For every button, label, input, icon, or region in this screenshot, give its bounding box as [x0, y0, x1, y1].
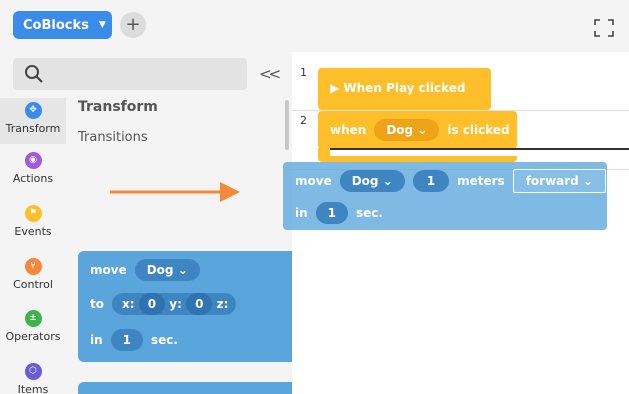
in-label: in — [90, 333, 103, 347]
target-dropdown[interactable]: Dog ⌄ — [134, 259, 200, 281]
line-number: 2 — [300, 114, 307, 127]
when-clicked-block[interactable]: when Dog ⌄ is clicked — [318, 111, 517, 149]
section-title: Transform — [78, 99, 158, 115]
add-project-button[interactable]: + — [120, 12, 146, 38]
to-label: to — [90, 297, 104, 311]
duration-input[interactable]: 1 — [110, 329, 144, 351]
is-clicked-label: is clicked — [447, 123, 510, 137]
sec-label: sec. — [151, 333, 178, 347]
when-play-clicked-block[interactable]: ▶ When Play clicked — [318, 68, 491, 110]
fullscreen-icon[interactable] — [594, 19, 614, 37]
move-label: move — [295, 174, 332, 188]
block-palette-pane: << ✥ Transform ◉ Actions ⚑ Events ⑂ Cont… — [0, 52, 292, 394]
category-control[interactable]: ⑂ Control — [0, 258, 66, 291]
category-operators[interactable]: ± Operators — [0, 310, 66, 343]
palette-move-block[interactable]: move Dog ⌄ to x: 0 y: 0 z: in 1 sec. — [78, 251, 292, 362]
project-dropdown[interactable]: CoBlocks ▼ — [13, 11, 112, 39]
category-items[interactable]: ⬡ Items — [0, 363, 66, 394]
in-label: in — [295, 206, 308, 220]
y-value[interactable]: 0 — [186, 293, 213, 315]
duration-input[interactable]: 1 — [315, 202, 349, 224]
category-label: Transform — [5, 122, 61, 135]
category-label: Events — [14, 225, 52, 238]
transform-icon: ✥ — [24, 102, 42, 119]
arrow-right-icon — [110, 182, 240, 202]
x-value[interactable]: 0 — [138, 293, 166, 315]
chevron-down-icon: ▼ — [98, 20, 106, 30]
distance-input[interactable]: 1 — [412, 170, 450, 192]
search-input[interactable] — [13, 58, 247, 90]
sec-label: sec. — [356, 206, 383, 220]
section-subtitle: Transitions — [78, 130, 148, 145]
top-bar: CoBlocks ▼ + — [0, 0, 629, 52]
control-icon: ⑂ — [24, 258, 42, 275]
when-label: when — [330, 123, 367, 137]
line-number: 1 — [300, 66, 307, 79]
project-label: CoBlocks — [23, 17, 89, 33]
when-clicked-slot — [330, 148, 629, 150]
items-icon: ⬡ — [24, 363, 42, 380]
events-icon: ⚑ — [24, 205, 42, 222]
category-actions[interactable]: ◉ Actions — [0, 152, 66, 185]
category-label: Actions — [12, 172, 54, 185]
category-events[interactable]: ⚑ Events — [0, 205, 66, 238]
search-icon — [25, 65, 43, 83]
when-target-dropdown[interactable]: Dog ⌄ — [374, 119, 440, 141]
direction-dropdown[interactable]: forward ⌄ — [512, 169, 606, 193]
collapse-panel-button[interactable]: << — [259, 65, 281, 83]
palette-scrollbar[interactable] — [285, 100, 289, 150]
target-dropdown[interactable]: Dog ⌄ — [339, 170, 405, 192]
category-label: Operators — [5, 330, 61, 343]
actions-icon: ◉ — [24, 152, 42, 169]
move-label: move — [90, 263, 127, 277]
meters-label: meters — [457, 174, 505, 188]
category-label: Control — [13, 278, 53, 291]
category-label: Items — [17, 383, 49, 394]
palette-next-block[interactable] — [78, 382, 292, 394]
category-transform[interactable]: ✥ Transform — [0, 98, 66, 144]
dragged-move-block[interactable]: move Dog ⌄ 1 meters forward ⌄ in 1 sec. — [283, 162, 607, 230]
play-block-label: ▶ When Play clicked — [330, 81, 466, 95]
position-input[interactable]: x: 0 y: 0 z: — [111, 293, 237, 315]
operators-icon: ± — [24, 310, 42, 327]
